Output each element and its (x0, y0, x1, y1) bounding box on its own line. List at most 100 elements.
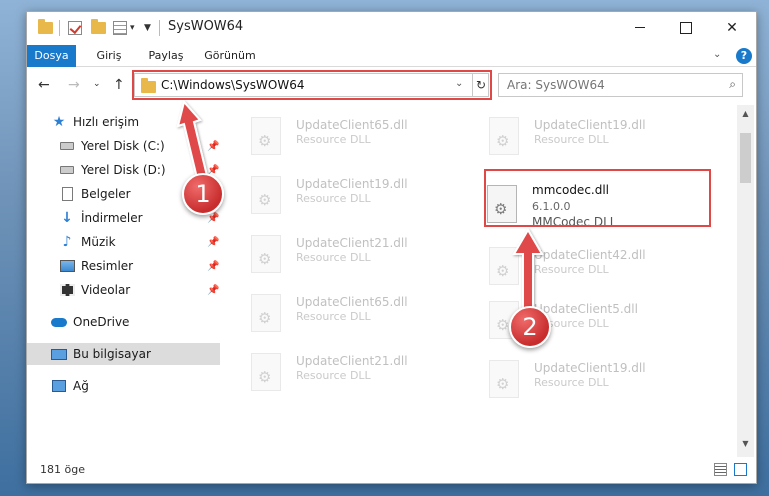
file-name: UpdateClient65.dll (296, 295, 408, 309)
new-folder-icon[interactable] (91, 19, 106, 37)
tab-gorunum[interactable]: Görünüm (198, 45, 262, 67)
maximize-button[interactable] (663, 12, 709, 43)
separator (59, 19, 60, 37)
pin-icon[interactable]: 📌 (207, 141, 219, 152)
file-name: UpdateClient21.dll (296, 354, 408, 368)
file-tile[interactable]: UpdateClient65.dll Resource DLL (224, 111, 462, 161)
step-2-badge: 2 (509, 306, 551, 348)
dll-file-icon (489, 247, 519, 285)
search-box[interactable]: ⌕ (498, 73, 743, 97)
quick-access-dropdown-icon[interactable]: ▼ (144, 19, 151, 37)
dll-file-icon (489, 360, 519, 398)
window-title: SysWOW64 (168, 19, 244, 34)
sidebar-item-label: Resimler (81, 259, 134, 273)
file-tile[interactable]: UpdateClient19.dll Resource DLL (462, 354, 700, 404)
file-description: Resource DLL (534, 133, 609, 146)
sidebar-item-this-pc[interactable]: Bu bilgisayar (27, 343, 220, 365)
up-arrow-icon[interactable]: ↑ (113, 77, 125, 93)
sidebar-item-label: Belgeler (81, 187, 131, 201)
recent-locations-icon[interactable]: ⌄ (93, 79, 101, 89)
sidebar-item-label: Yerel Disk (C:) (81, 139, 165, 153)
file-name: UpdateClient19.dll (296, 177, 408, 191)
download-icon: ↓ (61, 210, 73, 226)
expand-ribbon-icon[interactable]: ⌄ (713, 49, 721, 60)
tiles-view-button[interactable] (734, 463, 747, 476)
sidebar-item-label: Videolar (81, 283, 131, 297)
pin-icon[interactable]: 📌 (207, 285, 219, 296)
step-1-badge: 1 (182, 173, 224, 215)
document-icon (59, 187, 75, 201)
title-bar: ▾ ▼ SysWOW64 ✕ (27, 12, 756, 45)
computer-icon (51, 347, 67, 361)
file-description: Resource DLL (296, 133, 371, 146)
status-bar: 181 öge (27, 457, 756, 483)
star-icon: ★ (52, 114, 66, 130)
file-tile[interactable]: UpdateClient19.dll Resource DLL (224, 170, 462, 220)
sidebar-item-music[interactable]: ♪ Müzik 📌 (27, 231, 220, 253)
file-tile[interactable]: UpdateClient65.dll Resource DLL (224, 288, 462, 338)
close-button[interactable]: ✕ (709, 12, 755, 43)
file-name: UpdateClient19.dll (534, 118, 646, 132)
scrollbar-thumb[interactable] (740, 133, 751, 183)
search-icon: ⌕ (729, 77, 736, 91)
properties-check-icon[interactable] (68, 19, 82, 37)
file-highlight-box (484, 169, 711, 227)
sidebar-item-local-disk-c[interactable]: Yerel Disk (C:) 📌 (27, 135, 220, 157)
pin-icon[interactable]: 📌 (207, 237, 219, 248)
close-icon: ✕ (726, 19, 738, 36)
dll-file-icon (251, 353, 281, 391)
dll-file-icon (251, 235, 281, 273)
drive-icon (59, 139, 75, 153)
file-description: Resource DLL (534, 376, 609, 389)
file-description: Resource DLL (296, 192, 371, 205)
address-highlight-box (132, 70, 492, 100)
file-name: UpdateClient19.dll (534, 361, 646, 375)
cloud-icon (51, 315, 67, 329)
file-list: UpdateClient65.dll Resource DLL UpdateCl… (224, 105, 737, 452)
separator (159, 19, 160, 37)
sidebar-item-label: Yerel Disk (D:) (81, 163, 166, 177)
dll-file-icon (251, 176, 281, 214)
dll-file-icon (251, 117, 281, 155)
minimize-button[interactable] (617, 12, 663, 43)
file-tile[interactable]: UpdateClient21.dll Resource DLL (224, 347, 462, 397)
video-icon (59, 283, 75, 297)
music-icon: ♪ (62, 234, 72, 250)
sidebar-item-network[interactable]: Ağ (27, 375, 220, 397)
details-view-button[interactable] (714, 463, 727, 476)
file-name: UpdateClient42.dll (534, 248, 646, 262)
sidebar-item-label: Hızlı erişim (73, 115, 140, 129)
sidebar-item-label: İndirmeler (81, 211, 143, 225)
forward-arrow-icon[interactable]: → (68, 77, 80, 93)
scroll-up-arrow-icon[interactable]: ▲ (737, 105, 754, 122)
vertical-scrollbar[interactable]: ▲ ▼ (737, 105, 754, 457)
folder-icon (38, 19, 53, 37)
chevron-down-icon[interactable]: ▾ (130, 19, 135, 37)
file-tile[interactable]: UpdateClient21.dll Resource DLL (224, 229, 462, 279)
sidebar-item-label: Müzik (81, 235, 116, 249)
file-tile[interactable]: UpdateClient5.dll Resource DLL (462, 295, 700, 345)
item-count: 181 öge (40, 463, 85, 476)
file-name: UpdateClient5.dll (534, 302, 638, 316)
back-arrow-icon[interactable]: ← (38, 77, 50, 93)
ribbon-tabs: Dosya Giriş Paylaş Görünüm ⌄ ? (27, 45, 756, 67)
tab-paylas[interactable]: Paylaş (138, 45, 194, 67)
file-tile[interactable]: UpdateClient42.dll Resource DLL (462, 241, 700, 291)
sidebar-item-pictures[interactable]: Resimler 📌 (27, 255, 220, 277)
sidebar-item-onedrive[interactable]: OneDrive (27, 311, 220, 333)
navigation-pane: ★ Hızlı erişim Yerel Disk (C:) 📌 Yerel D… (27, 105, 222, 457)
tab-dosya[interactable]: Dosya (27, 45, 76, 67)
sidebar-item-videos[interactable]: Videolar 📌 (27, 279, 220, 301)
properties-list-icon[interactable] (113, 19, 127, 37)
tab-giris[interactable]: Giriş (84, 45, 134, 67)
help-button[interactable]: ? (736, 48, 752, 64)
dll-file-icon (489, 117, 519, 155)
sidebar-item-quick-access[interactable]: ★ Hızlı erişim (27, 111, 220, 133)
search-input[interactable] (499, 74, 709, 96)
dll-file-icon (251, 294, 281, 332)
scroll-down-arrow-icon[interactable]: ▼ (737, 435, 754, 452)
file-tile[interactable]: UpdateClient19.dll Resource DLL (462, 111, 700, 161)
file-description: Resource DLL (534, 263, 609, 276)
pin-icon[interactable]: 📌 (207, 261, 219, 272)
file-description: Resource DLL (296, 369, 371, 382)
